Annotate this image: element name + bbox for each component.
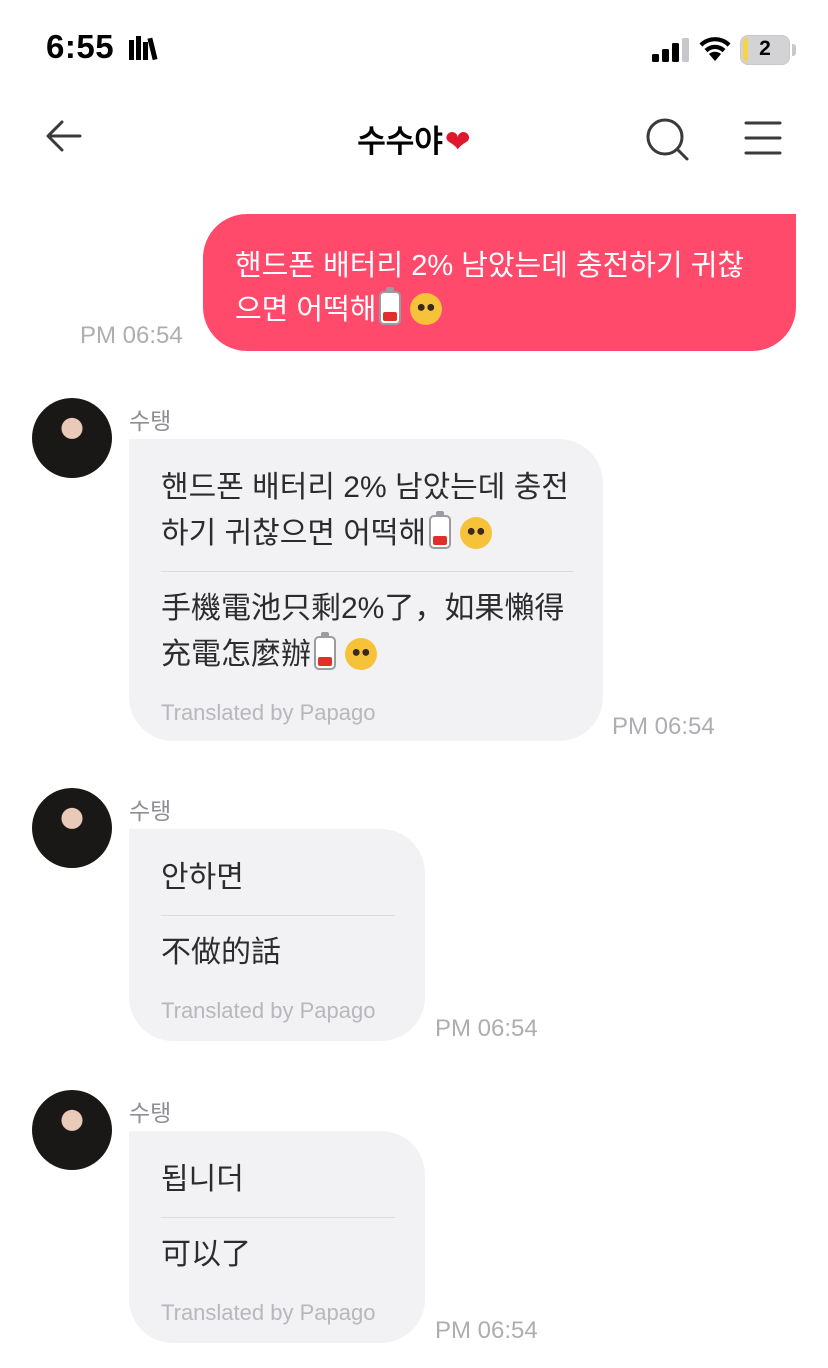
- original-text: 됩니더: [161, 1163, 244, 1196]
- translated-by-label: Translated by Papago: [161, 1300, 376, 1325]
- avatar[interactable]: [32, 788, 112, 868]
- translated-by-label: Translated by Papago: [161, 700, 376, 725]
- incoming-message-bubble[interactable]: 됩니더 可以了 Translated by Papago: [129, 1131, 425, 1343]
- translation-text-line: 手機電池只剩2%了，如果懶得: [161, 592, 565, 625]
- translation-divider: [161, 915, 395, 916]
- translation-divider: [161, 571, 573, 572]
- pleading-face-emoji-icon: [410, 293, 443, 325]
- menu-icon[interactable]: [744, 120, 782, 161]
- low-battery-emoji-icon: [379, 287, 402, 325]
- outgoing-message-bubble[interactable]: 핸드폰 배터리 2% 남았는데 충전하기 귀찮 으면 어떡해: [203, 214, 796, 351]
- translation-text: 不做的話: [161, 936, 281, 969]
- avatar[interactable]: [32, 398, 112, 478]
- message-timestamp: PM 06:54: [612, 713, 715, 740]
- incoming-message-bubble[interactable]: 핸드폰 배터리 2% 남았는데 충전 하기 귀찮으면 어떡해 手機電池只剩2%了…: [129, 439, 603, 741]
- cellular-signal-icon: [652, 38, 690, 67]
- incoming-message-bubble[interactable]: 안하면 不做的話 Translated by Papago: [129, 829, 425, 1041]
- translation-text-line-2: 充電怎麼辦: [161, 632, 573, 678]
- search-icon[interactable]: [644, 116, 690, 167]
- message-timestamp: PM 06:54: [435, 1015, 538, 1042]
- translated-by-label: Translated by Papago: [161, 998, 376, 1023]
- pleading-face-emoji-icon: [460, 517, 493, 549]
- translation-text: 可以了: [161, 1238, 251, 1271]
- battery-nub: [792, 44, 796, 56]
- sender-name: 수탱: [129, 1100, 172, 1126]
- chat-title: 수수야❤: [0, 116, 828, 161]
- message-text-line: 핸드폰 배터리 2% 남았는데 충전하기 귀찮: [235, 250, 745, 282]
- app-library-icon: [128, 34, 158, 67]
- message-timestamp: PM 06:54: [435, 1317, 538, 1344]
- original-text-line: 핸드폰 배터리 2% 남았는데 충전: [161, 471, 569, 504]
- low-battery-emoji-icon: [314, 632, 336, 670]
- low-battery-emoji-icon: [429, 511, 452, 549]
- heart-icon: ❤: [444, 124, 471, 159]
- avatar[interactable]: [32, 1090, 112, 1170]
- battery-percent: 2: [759, 37, 771, 60]
- sender-name: 수탱: [129, 798, 172, 824]
- message-text-line-2: 으면 어떡해: [235, 287, 772, 332]
- original-text: 안하면: [161, 861, 244, 894]
- status-time: 6:55: [46, 28, 115, 65]
- battery-icon: 2: [740, 35, 790, 65]
- pleading-face-emoji-icon: [345, 638, 377, 670]
- chat-title-text: 수수야: [357, 124, 443, 159]
- translation-divider: [161, 1217, 395, 1218]
- wifi-icon: [698, 34, 732, 67]
- message-timestamp: PM 06:54: [80, 322, 183, 349]
- original-text-line-2: 하기 귀찮으면 어떡해: [161, 511, 573, 557]
- sender-name: 수탱: [129, 408, 172, 434]
